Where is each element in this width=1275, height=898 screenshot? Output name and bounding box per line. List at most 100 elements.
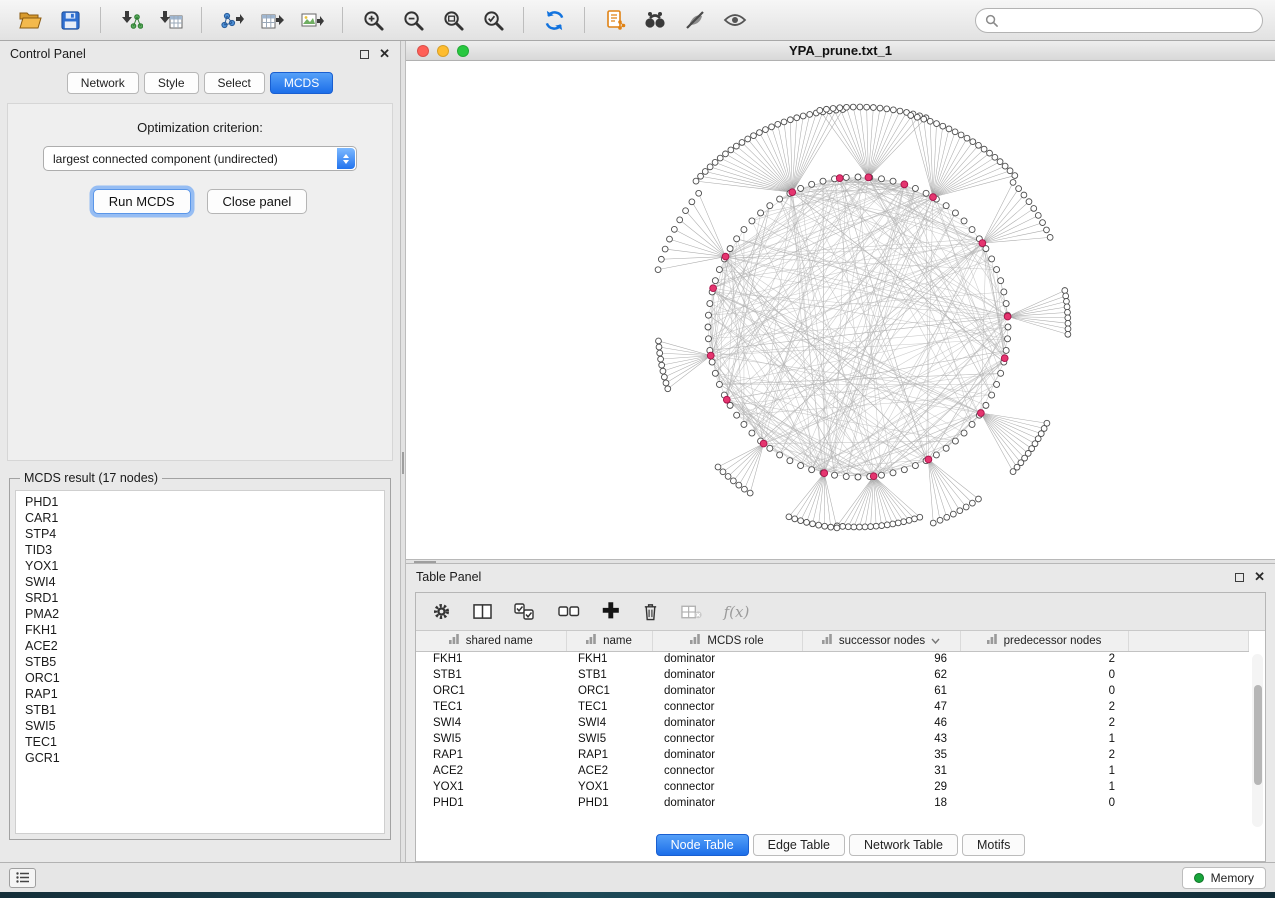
- network-node[interactable]: [1026, 199, 1032, 205]
- network-node[interactable]: [728, 147, 734, 153]
- network-node[interactable]: [662, 246, 668, 252]
- network-node[interactable]: [767, 445, 773, 451]
- network-node[interactable]: [747, 490, 753, 496]
- network-node[interactable]: [798, 185, 804, 191]
- network-node[interactable]: [923, 190, 929, 196]
- network-node-dominator[interactable]: [710, 285, 717, 292]
- network-node[interactable]: [901, 467, 907, 473]
- network-node[interactable]: [946, 126, 952, 132]
- table-scrollbar[interactable]: [1252, 654, 1263, 827]
- refresh-button[interactable]: [536, 5, 572, 35]
- network-node[interactable]: [830, 106, 836, 112]
- network-node[interactable]: [950, 511, 956, 517]
- network-node[interactable]: [665, 386, 671, 392]
- network-node[interactable]: [851, 524, 857, 530]
- network-node-dominator[interactable]: [979, 240, 986, 247]
- mcds-result-item[interactable]: GCR1: [16, 750, 384, 766]
- network-node[interactable]: [763, 127, 769, 133]
- network-node[interactable]: [877, 105, 883, 111]
- network-node[interactable]: [890, 521, 896, 527]
- network-node[interactable]: [705, 324, 711, 330]
- network-node[interactable]: [1065, 309, 1071, 315]
- network-node[interactable]: [777, 196, 783, 202]
- network-node[interactable]: [963, 504, 969, 510]
- control-tab-select[interactable]: Select: [204, 72, 265, 94]
- show-columns-button[interactable]: [473, 603, 492, 620]
- network-node[interactable]: [845, 524, 851, 530]
- network-node[interactable]: [912, 185, 918, 191]
- network-node[interactable]: [658, 256, 664, 262]
- create-column-button[interactable]: ✚: [602, 603, 620, 621]
- network-node[interactable]: [751, 133, 757, 139]
- graphics-details-button[interactable]: [677, 5, 713, 35]
- network-window-titlebar[interactable]: YPA_prune.txt_1: [406, 41, 1275, 61]
- show-panels-button[interactable]: [9, 868, 36, 888]
- mcds-result-item[interactable]: SRD1: [16, 590, 384, 606]
- network-node[interactable]: [989, 392, 995, 398]
- network-node[interactable]: [777, 452, 783, 458]
- network-node[interactable]: [1010, 180, 1016, 186]
- mcds-result-item[interactable]: TEC1: [16, 734, 384, 750]
- network-node[interactable]: [817, 107, 823, 113]
- network-node[interactable]: [933, 452, 939, 458]
- network-node-dominator[interactable]: [821, 470, 828, 477]
- network-node[interactable]: [698, 173, 704, 179]
- table-row[interactable]: ORC1ORC1dominator610: [416, 683, 1249, 699]
- network-node[interactable]: [693, 178, 699, 184]
- network-node-dominator[interactable]: [925, 456, 932, 463]
- network-node[interactable]: [767, 203, 773, 209]
- table-tab-motifs[interactable]: Motifs: [962, 834, 1025, 856]
- network-node[interactable]: [1047, 235, 1053, 241]
- network-node-dominator[interactable]: [901, 181, 908, 188]
- network-node[interactable]: [890, 470, 896, 476]
- network-node[interactable]: [908, 113, 914, 119]
- network-node[interactable]: [998, 370, 1004, 376]
- network-node[interactable]: [822, 523, 828, 529]
- network-node-dominator[interactable]: [722, 253, 729, 260]
- find-button[interactable]: [637, 5, 673, 35]
- table-tab-network-table[interactable]: Network Table: [849, 834, 958, 856]
- network-node[interactable]: [884, 106, 890, 112]
- network-node[interactable]: [659, 362, 665, 368]
- import-table-button[interactable]: [153, 5, 189, 35]
- network-node[interactable]: [739, 140, 745, 146]
- delete-column-button[interactable]: [642, 602, 659, 621]
- network-node[interactable]: [716, 267, 722, 273]
- mcds-result-item[interactable]: STB5: [16, 654, 384, 670]
- column-header-successor-nodes[interactable]: successor nodes: [802, 631, 960, 651]
- network-node[interactable]: [820, 178, 826, 184]
- network-node[interactable]: [878, 472, 884, 478]
- import-network-button[interactable]: [113, 5, 149, 35]
- mcds-result-item[interactable]: TID3: [16, 542, 384, 558]
- window-maximize-icon[interactable]: [457, 45, 469, 57]
- network-node[interactable]: [1035, 213, 1041, 219]
- network-node[interactable]: [843, 174, 849, 180]
- network-node[interactable]: [855, 174, 861, 180]
- network-node[interactable]: [1003, 347, 1009, 353]
- network-node[interactable]: [745, 136, 751, 142]
- network-node[interactable]: [749, 218, 755, 224]
- float-panel-icon[interactable]: [360, 50, 369, 59]
- network-node[interactable]: [961, 218, 967, 224]
- network-node-dominator[interactable]: [1001, 355, 1008, 362]
- network-node[interactable]: [810, 521, 816, 527]
- network-node[interactable]: [862, 524, 868, 530]
- network-node[interactable]: [912, 516, 918, 522]
- network-node[interactable]: [840, 524, 846, 530]
- network-node-dominator[interactable]: [789, 189, 796, 196]
- network-node[interactable]: [741, 421, 747, 427]
- network-node[interactable]: [716, 381, 722, 387]
- network-node[interactable]: [1065, 331, 1071, 337]
- export-table-button[interactable]: [254, 5, 290, 35]
- network-node[interactable]: [957, 508, 963, 514]
- network-node-dominator[interactable]: [1004, 313, 1011, 320]
- network-node[interactable]: [856, 524, 862, 530]
- network-node[interactable]: [1010, 469, 1016, 475]
- zoom-out-button[interactable]: [395, 5, 431, 35]
- mcds-result-list[interactable]: PHD1CAR1STP4TID3YOX1SWI4SRD1PMA2FKH1ACE2…: [15, 490, 385, 834]
- network-node[interactable]: [914, 114, 920, 120]
- network-node[interactable]: [663, 380, 669, 386]
- network-node[interactable]: [1003, 301, 1009, 307]
- mcds-result-item[interactable]: PHD1: [16, 494, 384, 510]
- network-node-dominator[interactable]: [836, 175, 843, 182]
